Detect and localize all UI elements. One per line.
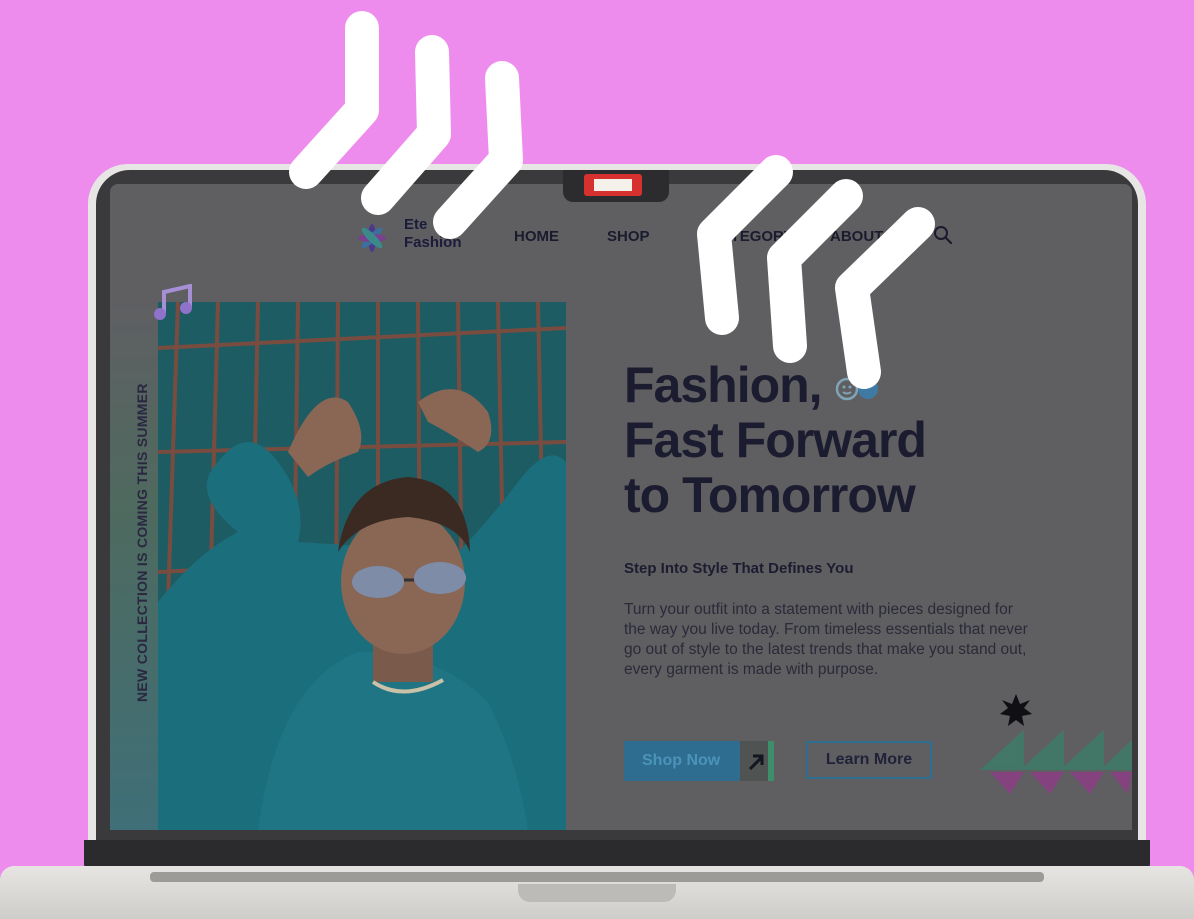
learn-more-button[interactable]: Learn More [806,741,932,779]
brand-name-line2: Fashion [404,234,462,251]
hero-title-line1: Fashion, [624,357,823,413]
hero-title-line2: Fast Forward [624,412,927,468]
smiley-pair-icon [836,377,879,401]
nav-shop[interactable]: SHOP [607,228,650,245]
search-icon[interactable] [932,224,954,246]
hero-body-text: Turn your outfit into a statement with p… [624,601,1028,678]
brand-logo-icon[interactable] [346,214,400,262]
starburst-icon [1000,694,1032,726]
arrow-up-right-icon [748,741,774,781]
hero-title: Fashion, Fast Forward to Tomorrow [624,358,1044,523]
laptop-opening-lip [518,884,676,902]
hero-subtitle: Step Into Style That Defines You [624,560,854,577]
collection-sidebar: NEW COLLECTION IS COMING THIS SUMMER [110,302,158,830]
hero-photo [158,302,566,830]
hero-title-line3: to Tomorrow [624,467,916,523]
hero-photo-illustration [158,302,566,830]
camera-cover-sticker [584,174,642,196]
brand-name[interactable]: Ete Fashion [404,216,462,252]
laptop-base-groove [150,872,1044,882]
collection-vertical-text: NEW COLLECTION IS COMING THIS SUMMER [134,383,150,702]
nav-about[interactable]: ABOUT [830,228,883,245]
nav-category[interactable]: CATEGORY [710,228,793,245]
music-note-icon [154,284,192,320]
shop-now-arrow-box[interactable] [740,741,774,781]
top-navigation: Ete Fashion HOME SHOP CATEGORY ABOUT [110,214,1132,258]
decorative-triangles [980,694,1132,794]
website-screen: Ete Fashion HOME SHOP CATEGORY ABOUT NEW… [110,184,1132,830]
nav-home[interactable]: HOME [514,228,559,245]
brand-name-line1: Ete [404,216,428,233]
